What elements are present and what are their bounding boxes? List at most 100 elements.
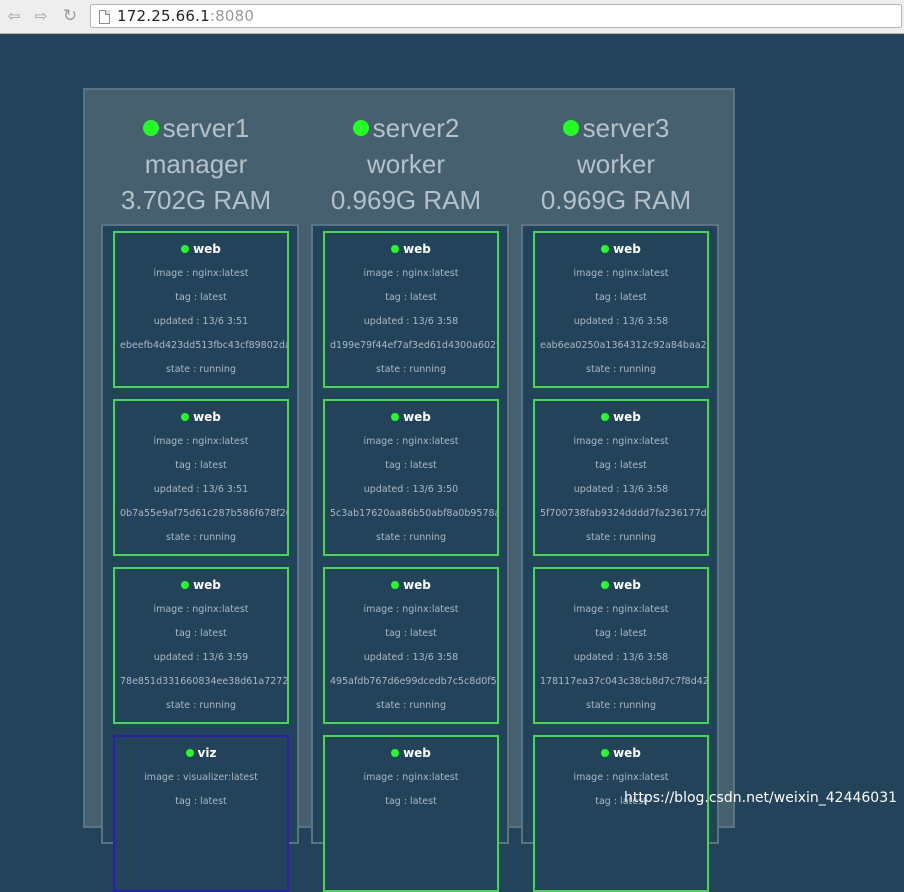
server-name: server3 <box>582 113 670 143</box>
task-card[interactable]: web image : nginx:latest tag : latest up… <box>533 399 709 556</box>
server-ram: 0.969G RAM <box>330 185 482 215</box>
task-name: web <box>613 410 641 424</box>
task-name: viz <box>197 746 217 760</box>
task-state: state : running <box>376 532 446 543</box>
back-icon[interactable]: ⇦ <box>3 6 25 26</box>
task-card[interactable]: web image : nginx:latest tag : latest up… <box>113 231 289 388</box>
task-name: web <box>403 410 431 424</box>
server-header-server1: server1 manager 3.702G RAM <box>91 110 301 218</box>
task-updated: updated : 13/6 3:58 <box>573 652 669 663</box>
server-ram: 3.702G RAM <box>120 185 272 215</box>
task-image: image : nginx:latest <box>153 436 249 447</box>
task-tag: tag : latest <box>385 796 437 807</box>
server-ram: 0.969G RAM <box>540 185 692 215</box>
task-tag: tag : latest <box>595 460 647 471</box>
task-tag: tag : latest <box>385 628 437 639</box>
node-column-server2: web image : nginx:latest tag : latest up… <box>311 224 509 892</box>
task-updated: updated : 13/6 3:50 <box>363 484 459 495</box>
task-image: image : visualizer:latest <box>144 772 258 783</box>
task-state: state : running <box>166 700 236 711</box>
status-dot-icon <box>562 120 579 136</box>
status-dot-icon <box>601 749 610 757</box>
task-card-viz[interactable]: viz image : visualizer:latest tag : late… <box>113 735 289 892</box>
task-id: 495afdb767d6e99dcedb7c5c8d0f56 <box>330 676 499 687</box>
address-bar[interactable]: 172.25.66.1:8080 <box>90 4 902 28</box>
task-card[interactable]: web image : nginx:latest tag : latest <box>533 735 709 892</box>
task-updated: updated : 13/6 3:58 <box>573 316 669 327</box>
task-name: web <box>403 578 431 592</box>
page-icon <box>99 10 110 24</box>
status-dot-icon <box>391 749 400 757</box>
task-name: web <box>403 242 431 256</box>
task-id: ebeefb4d423dd513fbc43cf89802da <box>120 340 289 351</box>
task-card[interactable]: web image : nginx:latest tag : latest up… <box>323 567 499 724</box>
task-state: state : running <box>166 364 236 375</box>
task-card[interactable]: web image : nginx:latest tag : latest up… <box>533 567 709 724</box>
task-image: image : nginx:latest <box>363 604 459 615</box>
status-dot-icon <box>185 749 194 757</box>
task-image: image : nginx:latest <box>363 268 459 279</box>
task-state: state : running <box>586 700 656 711</box>
task-name: web <box>193 242 221 256</box>
task-image: image : nginx:latest <box>363 436 459 447</box>
status-dot-icon <box>391 581 400 589</box>
task-name: web <box>613 578 641 592</box>
task-tag: tag : latest <box>175 460 227 471</box>
task-card[interactable]: web image : nginx:latest tag : latest up… <box>113 567 289 724</box>
server-name: server1 <box>162 113 250 143</box>
status-dot-icon <box>601 245 610 253</box>
task-image: image : nginx:latest <box>153 604 249 615</box>
task-name: web <box>193 578 221 592</box>
task-image: image : nginx:latest <box>573 436 669 447</box>
reload-icon[interactable]: ↻ <box>59 6 81 26</box>
forward-icon[interactable]: ⇨ <box>30 6 52 26</box>
status-dot-icon <box>352 120 369 136</box>
status-dot-icon <box>181 413 190 421</box>
task-image: image : nginx:latest <box>363 772 459 783</box>
task-state: state : running <box>376 700 446 711</box>
task-tag: tag : latest <box>385 460 437 471</box>
task-id: 78e851d331660834ee38d61a7272 <box>120 676 289 687</box>
status-dot-icon <box>142 120 159 136</box>
task-image: image : nginx:latest <box>153 268 249 279</box>
task-tag: tag : latest <box>385 292 437 303</box>
server-role: worker <box>366 149 445 179</box>
url-text[interactable]: 172.25.66.1:8080 <box>117 7 254 25</box>
task-tag: tag : latest <box>595 292 647 303</box>
task-id: eab6ea0250a1364312c92a84baa2 <box>540 340 707 351</box>
task-updated: updated : 13/6 3:58 <box>573 484 669 495</box>
task-card[interactable]: web image : nginx:latest tag : latest up… <box>323 399 499 556</box>
task-image: image : nginx:latest <box>573 772 669 783</box>
task-name: web <box>193 410 221 424</box>
task-image: image : nginx:latest <box>573 604 669 615</box>
task-card[interactable]: web image : nginx:latest tag : latest up… <box>323 231 499 388</box>
task-id: 5f700738fab9324dddd7fa236177d8 <box>540 508 709 519</box>
task-card[interactable]: web image : nginx:latest tag : latest <box>323 735 499 892</box>
node-column-server1: web image : nginx:latest tag : latest up… <box>101 224 299 892</box>
server-role: manager <box>144 149 248 179</box>
task-updated: updated : 13/6 3:59 <box>153 652 249 663</box>
node-column-server3: web image : nginx:latest tag : latest up… <box>521 224 719 892</box>
task-updated: updated : 13/6 3:51 <box>153 316 249 327</box>
task-id: 5c3ab17620aa86b50abf8a0b9578a <box>330 508 499 519</box>
browser-toolbar: ⇦ ⇨ ↻ 172.25.66.1:8080 <box>0 0 904 34</box>
task-updated: updated : 13/6 3:51 <box>153 484 249 495</box>
watermark-text: https://blog.csdn.net/weixin_42446031 <box>624 790 898 806</box>
cluster-panel: server1 manager 3.702G RAM web image : n… <box>83 88 735 892</box>
task-tag: tag : latest <box>175 292 227 303</box>
task-name: web <box>403 746 431 760</box>
status-dot-icon <box>601 581 610 589</box>
server-header-server3: server3 worker 0.969G RAM <box>511 110 721 218</box>
task-card[interactable]: web image : nginx:latest tag : latest up… <box>113 399 289 556</box>
task-name: web <box>613 746 641 760</box>
task-tag: tag : latest <box>595 628 647 639</box>
server-name: server2 <box>372 113 460 143</box>
status-dot-icon <box>391 413 400 421</box>
task-updated: updated : 13/6 3:58 <box>363 316 459 327</box>
task-state: state : running <box>586 532 656 543</box>
task-card[interactable]: web image : nginx:latest tag : latest up… <box>533 231 709 388</box>
task-id: 0b7a55e9af75d61c287b586f678f26 <box>120 508 289 519</box>
task-state: state : running <box>166 532 236 543</box>
server-role: worker <box>576 149 655 179</box>
status-dot-icon <box>181 245 190 253</box>
